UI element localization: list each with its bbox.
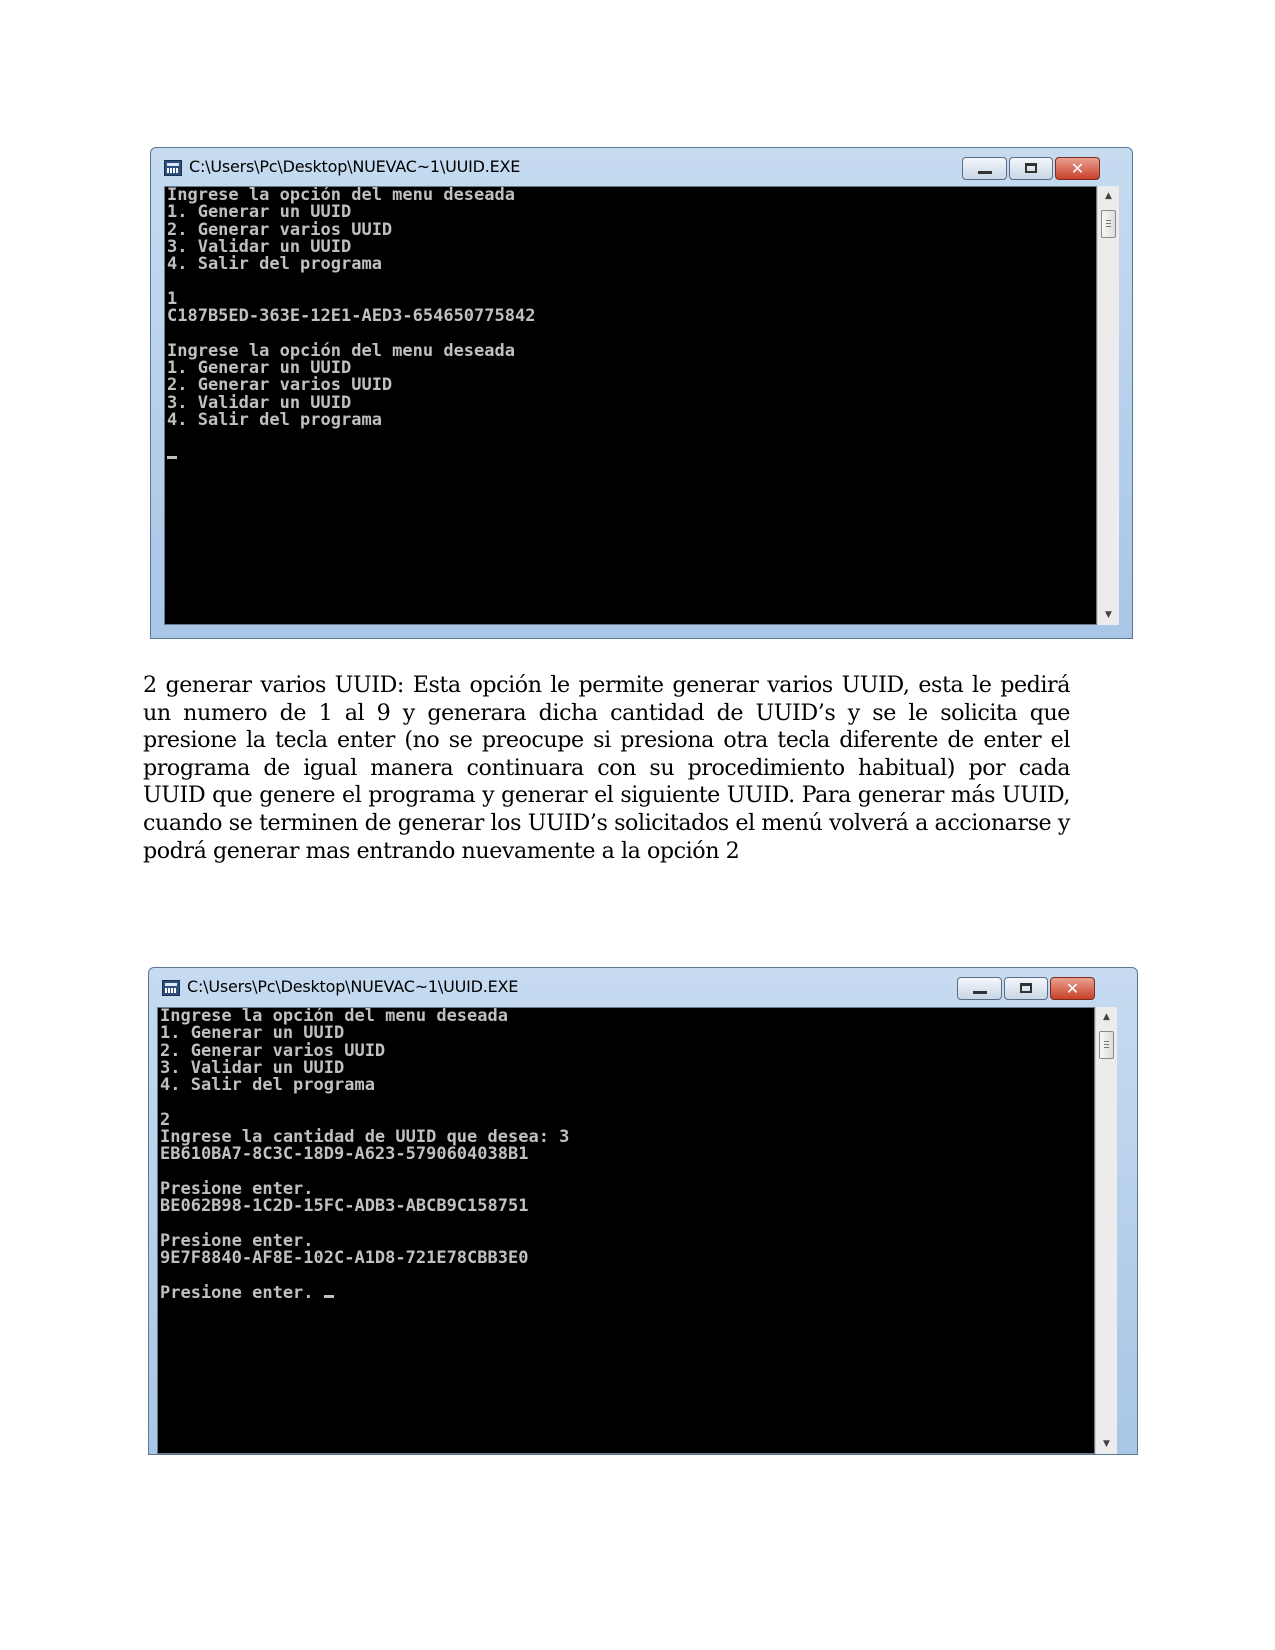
maximize-icon — [1020, 983, 1032, 993]
scroll-down-arrow-icon[interactable]: ▼ — [1096, 1434, 1117, 1454]
close-button[interactable]: ✕ — [1050, 977, 1095, 1000]
scroll-up-arrow-icon[interactable]: ▲ — [1096, 1007, 1117, 1027]
console-output[interactable]: Ingrese la opción del menu deseada 1. Ge… — [164, 186, 1097, 625]
vertical-scrollbar[interactable]: ▲ ▼ — [1095, 1007, 1117, 1454]
console-text: Ingrese la opción del menu deseada 1. Ge… — [167, 186, 536, 430]
minimize-button[interactable] — [962, 157, 1007, 180]
text-cursor — [323, 1294, 334, 1298]
close-button[interactable]: ✕ — [1055, 157, 1100, 180]
maximize-button[interactable] — [1009, 157, 1053, 180]
window-title: C:\Users\Pc\Desktop\NUEVAC~1\UUID.EXE — [187, 977, 519, 996]
title-bar[interactable]: C:\Users\Pc\Desktop\NUEVAC~1\UUID.EXE ✕ — [149, 968, 1137, 1006]
console-app-icon[interactable] — [162, 980, 180, 996]
vertical-scrollbar[interactable]: ▲ ▼ — [1097, 186, 1119, 625]
scroll-thumb[interactable] — [1101, 210, 1116, 238]
close-icon: ✕ — [1070, 159, 1085, 178]
minimize-icon — [973, 991, 987, 994]
console-text: Ingrese la opción del menu deseada 1. Ge… — [160, 1007, 570, 1303]
scroll-down-arrow-icon[interactable]: ▼ — [1098, 605, 1119, 625]
minimize-button[interactable] — [957, 977, 1002, 1000]
maximize-button[interactable] — [1004, 977, 1048, 1000]
console-app-icon[interactable] — [164, 160, 182, 176]
title-bar[interactable]: C:\Users\Pc\Desktop\NUEVAC~1\UUID.EXE ✕ — [151, 148, 1132, 186]
maximize-icon — [1025, 163, 1037, 173]
text-cursor — [167, 456, 177, 460]
console-window-2: C:\Users\Pc\Desktop\NUEVAC~1\UUID.EXE ✕ … — [148, 967, 1138, 1455]
console-output[interactable]: Ingrese la opción del menu deseada 1. Ge… — [157, 1007, 1095, 1454]
scroll-thumb[interactable] — [1099, 1031, 1114, 1059]
minimize-icon — [978, 171, 992, 174]
scroll-up-arrow-icon[interactable]: ▲ — [1098, 186, 1119, 206]
close-icon: ✕ — [1065, 979, 1080, 998]
window-title: C:\Users\Pc\Desktop\NUEVAC~1\UUID.EXE — [189, 157, 521, 176]
console-window-1: C:\Users\Pc\Desktop\NUEVAC~1\UUID.EXE ✕ … — [150, 147, 1133, 639]
option-2-description: 2 generar varios UUID: Esta opción le pe… — [143, 672, 1070, 864]
